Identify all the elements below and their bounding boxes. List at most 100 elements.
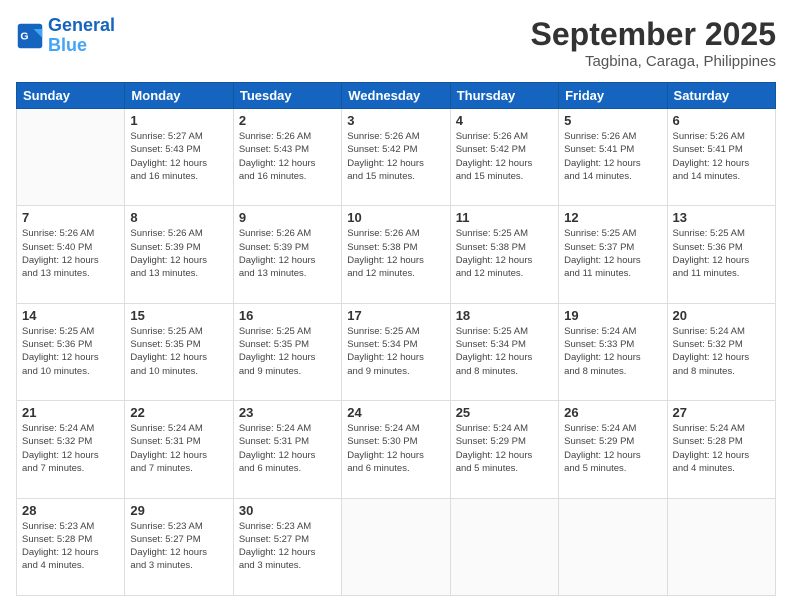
logo-text: General Blue (48, 16, 115, 56)
weekday-header-thursday: Thursday (450, 83, 558, 109)
day-number: 30 (239, 503, 336, 518)
day-number: 27 (673, 405, 770, 420)
day-number: 10 (347, 210, 444, 225)
day-info: Sunrise: 5:25 AM Sunset: 5:34 PM Dayligh… (347, 325, 444, 378)
calendar-cell: 9 Sunrise: 5:26 AM Sunset: 5:39 PM Daylig… (233, 206, 341, 303)
calendar-week-1: 1Sunrise: 5:27 AM Sunset: 5:43 PM Daylig… (17, 109, 776, 206)
day-number: 7 (22, 210, 119, 225)
calendar-cell: 15 Sunrise: 5:25 AM Sunset: 5:35 PM Dayli… (125, 303, 233, 400)
calendar-cell: 10 Sunrise: 5:26 AM Sunset: 5:38 PM Dayli… (342, 206, 450, 303)
calendar-cell (450, 498, 558, 595)
calendar-cell: 18Sunrise: 5:25 AM Sunset: 5:34 PM Dayli… (450, 303, 558, 400)
calendar-week-2: 7 Sunrise: 5:26 AM Sunset: 5:40 PM Daylig… (17, 206, 776, 303)
day-info: Sunrise: 5:25 AM Sunset: 5:36 PM Dayligh… (673, 227, 770, 280)
day-info: Sunrise: 5:25 AM Sunset: 5:35 PM Dayligh… (130, 325, 227, 378)
day-info: Sunrise: 5:23 AM Sunset: 5:28 PM Dayligh… (22, 520, 119, 573)
day-number: 11 (456, 210, 553, 225)
calendar-cell: 21 Sunrise: 5:24 AM Sunset: 5:32 PM Dayli… (17, 401, 125, 498)
day-info: Sunrise: 5:25 AM Sunset: 5:37 PM Dayligh… (564, 227, 661, 280)
calendar-cell: 19 Sunrise: 5:24 AM Sunset: 5:33 PM Dayli… (559, 303, 667, 400)
calendar-cell: 23Sunrise: 5:24 AM Sunset: 5:31 PM Dayli… (233, 401, 341, 498)
day-info: Sunrise: 5:23 AM Sunset: 5:27 PM Dayligh… (130, 520, 227, 573)
day-info: Sunrise: 5:24 AM Sunset: 5:30 PM Dayligh… (347, 422, 444, 475)
calendar-cell: 13 Sunrise: 5:25 AM Sunset: 5:36 PM Dayli… (667, 206, 775, 303)
day-number: 1 (130, 113, 227, 128)
day-number: 2 (239, 113, 336, 128)
day-info: Sunrise: 5:24 AM Sunset: 5:31 PM Dayligh… (130, 422, 227, 475)
day-info: Sunrise: 5:26 AM Sunset: 5:39 PM Dayligh… (239, 227, 336, 280)
calendar-cell: 20 Sunrise: 5:24 AM Sunset: 5:32 PM Dayli… (667, 303, 775, 400)
calendar-week-4: 21 Sunrise: 5:24 AM Sunset: 5:32 PM Dayli… (17, 401, 776, 498)
day-number: 4 (456, 113, 553, 128)
day-info: Sunrise: 5:23 AM Sunset: 5:27 PM Dayligh… (239, 520, 336, 573)
calendar-cell: 3 Sunrise: 5:26 AM Sunset: 5:42 PM Daylig… (342, 109, 450, 206)
day-number: 15 (130, 308, 227, 323)
calendar-cell: 30 Sunrise: 5:23 AM Sunset: 5:27 PM Dayli… (233, 498, 341, 595)
calendar-cell: 7 Sunrise: 5:26 AM Sunset: 5:40 PM Daylig… (17, 206, 125, 303)
day-number: 9 (239, 210, 336, 225)
weekday-header-friday: Friday (559, 83, 667, 109)
day-number: 25 (456, 405, 553, 420)
calendar-cell: 1Sunrise: 5:27 AM Sunset: 5:43 PM Daylig… (125, 109, 233, 206)
day-info: Sunrise: 5:26 AM Sunset: 5:41 PM Dayligh… (673, 130, 770, 183)
logo-icon: G (16, 22, 44, 50)
day-number: 19 (564, 308, 661, 323)
calendar-cell: 22 Sunrise: 5:24 AM Sunset: 5:31 PM Dayli… (125, 401, 233, 498)
calendar-cell: 27 Sunrise: 5:24 AM Sunset: 5:28 PM Dayli… (667, 401, 775, 498)
day-info: Sunrise: 5:24 AM Sunset: 5:33 PM Dayligh… (564, 325, 661, 378)
day-number: 13 (673, 210, 770, 225)
weekday-header-sunday: Sunday (17, 83, 125, 109)
day-number: 18 (456, 308, 553, 323)
calendar-cell: 16Sunrise: 5:25 AM Sunset: 5:35 PM Dayli… (233, 303, 341, 400)
day-number: 14 (22, 308, 119, 323)
calendar-header-row: SundayMondayTuesdayWednesdayThursdayFrid… (17, 83, 776, 109)
day-number: 29 (130, 503, 227, 518)
day-number: 21 (22, 405, 119, 420)
calendar-cell: 5Sunrise: 5:26 AM Sunset: 5:41 PM Daylig… (559, 109, 667, 206)
calendar-cell: 4 Sunrise: 5:26 AM Sunset: 5:42 PM Daylig… (450, 109, 558, 206)
day-info: Sunrise: 5:26 AM Sunset: 5:41 PM Dayligh… (564, 130, 661, 183)
calendar-table: SundayMondayTuesdayWednesdayThursdayFrid… (16, 82, 776, 596)
day-number: 23 (239, 405, 336, 420)
day-number: 17 (347, 308, 444, 323)
calendar-cell: 12 Sunrise: 5:25 AM Sunset: 5:37 PM Dayli… (559, 206, 667, 303)
day-info: Sunrise: 5:24 AM Sunset: 5:32 PM Dayligh… (673, 325, 770, 378)
day-info: Sunrise: 5:24 AM Sunset: 5:28 PM Dayligh… (673, 422, 770, 475)
page-subtitle: Tagbina, Caraga, Philippines (531, 53, 776, 70)
day-info: Sunrise: 5:26 AM Sunset: 5:43 PM Dayligh… (239, 130, 336, 183)
title-block: September 2025 Tagbina, Caraga, Philippi… (531, 16, 776, 70)
page-title: September 2025 (531, 16, 776, 53)
day-info: Sunrise: 5:24 AM Sunset: 5:32 PM Dayligh… (22, 422, 119, 475)
day-info: Sunrise: 5:26 AM Sunset: 5:40 PM Dayligh… (22, 227, 119, 280)
calendar-cell: 26Sunrise: 5:24 AM Sunset: 5:29 PM Dayli… (559, 401, 667, 498)
day-number: 20 (673, 308, 770, 323)
day-number: 16 (239, 308, 336, 323)
day-info: Sunrise: 5:26 AM Sunset: 5:39 PM Dayligh… (130, 227, 227, 280)
calendar-cell: 6 Sunrise: 5:26 AM Sunset: 5:41 PM Daylig… (667, 109, 775, 206)
day-number: 6 (673, 113, 770, 128)
calendar-cell (667, 498, 775, 595)
day-info: Sunrise: 5:26 AM Sunset: 5:42 PM Dayligh… (347, 130, 444, 183)
day-number: 3 (347, 113, 444, 128)
day-info: Sunrise: 5:26 AM Sunset: 5:42 PM Dayligh… (456, 130, 553, 183)
day-info: Sunrise: 5:26 AM Sunset: 5:38 PM Dayligh… (347, 227, 444, 280)
calendar-week-3: 14Sunrise: 5:25 AM Sunset: 5:36 PM Dayli… (17, 303, 776, 400)
calendar-cell: 17 Sunrise: 5:25 AM Sunset: 5:34 PM Dayli… (342, 303, 450, 400)
day-number: 28 (22, 503, 119, 518)
day-info: Sunrise: 5:24 AM Sunset: 5:29 PM Dayligh… (564, 422, 661, 475)
calendar-cell: 11Sunrise: 5:25 AM Sunset: 5:38 PM Dayli… (450, 206, 558, 303)
calendar-cell: 8 Sunrise: 5:26 AM Sunset: 5:39 PM Daylig… (125, 206, 233, 303)
calendar-cell (17, 109, 125, 206)
calendar-cell: 14Sunrise: 5:25 AM Sunset: 5:36 PM Dayli… (17, 303, 125, 400)
day-number: 22 (130, 405, 227, 420)
calendar-cell: 24Sunrise: 5:24 AM Sunset: 5:30 PM Dayli… (342, 401, 450, 498)
svg-text:G: G (20, 30, 28, 42)
weekday-header-tuesday: Tuesday (233, 83, 341, 109)
day-number: 8 (130, 210, 227, 225)
calendar-cell (342, 498, 450, 595)
day-info: Sunrise: 5:24 AM Sunset: 5:29 PM Dayligh… (456, 422, 553, 475)
page-header: G General Blue September 2025 Tagbina, C… (16, 16, 776, 70)
day-number: 12 (564, 210, 661, 225)
weekday-header-wednesday: Wednesday (342, 83, 450, 109)
calendar-cell (559, 498, 667, 595)
